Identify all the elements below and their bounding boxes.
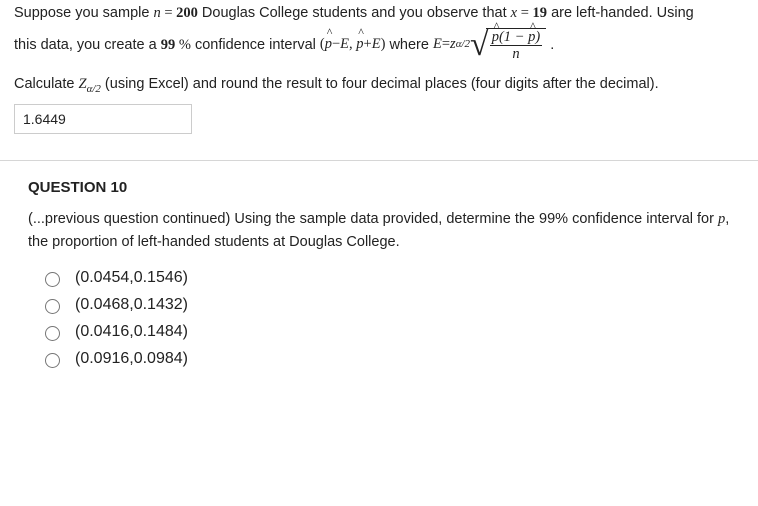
q9-line1: Suppose you sample n = 200 Douglas Colle… bbox=[14, 0, 744, 28]
divider bbox=[0, 160, 758, 161]
option-label: (0.0916,0.0984) bbox=[75, 350, 188, 368]
option-row[interactable]: (0.0916,0.0984) bbox=[40, 350, 730, 368]
question-10-body: (...previous question continued) Using t… bbox=[28, 208, 730, 253]
options-group: (0.0454,0.1546) (0.0468,0.1432) (0.0416,… bbox=[28, 269, 730, 368]
option-label: (0.0468,0.1432) bbox=[75, 296, 188, 314]
option-radio-c[interactable] bbox=[45, 326, 60, 341]
margin-error-formula: E = zα/2 √ p(1 − p) n bbox=[433, 28, 546, 62]
text-segment: are left-handed. Using bbox=[551, 5, 694, 21]
confidence-pct: 99 % bbox=[161, 36, 191, 52]
text-segment: . bbox=[550, 36, 554, 52]
option-radio-a[interactable] bbox=[45, 272, 60, 287]
n-equals: n = 200 bbox=[153, 5, 197, 21]
question-9-block: Suppose you sample n = 200 Douglas Colle… bbox=[0, 0, 758, 134]
option-row[interactable]: (0.0416,0.1484) bbox=[40, 323, 730, 341]
option-label: (0.0416,0.1484) bbox=[75, 323, 188, 341]
q9-line2: this data, you create a 99 % confidence … bbox=[14, 28, 744, 62]
q9-instruction: Calculate Zα/2 (using Excel) and round t… bbox=[14, 76, 744, 95]
option-row[interactable]: (0.0454,0.1546) bbox=[40, 269, 730, 287]
question-10-title: QUESTION 10 bbox=[28, 179, 730, 196]
z-alpha-input[interactable] bbox=[14, 104, 192, 134]
option-radio-b[interactable] bbox=[45, 299, 60, 314]
x-equals: x = 19 bbox=[511, 5, 547, 21]
text-segment: Suppose you sample bbox=[14, 5, 153, 21]
option-radio-d[interactable] bbox=[45, 353, 60, 368]
text-segment: where bbox=[389, 36, 433, 52]
option-row[interactable]: (0.0468,0.1432) bbox=[40, 296, 730, 314]
question-10-block: QUESTION 10 (...previous question contin… bbox=[0, 179, 758, 387]
text-segment: this data, you create a bbox=[14, 36, 161, 52]
text-segment: confidence interval bbox=[195, 36, 320, 52]
option-label: (0.0454,0.1546) bbox=[75, 269, 188, 287]
text-segment: Douglas College students and you observe… bbox=[202, 5, 511, 21]
interval-expression: (p − E, p + E) bbox=[320, 31, 386, 59]
